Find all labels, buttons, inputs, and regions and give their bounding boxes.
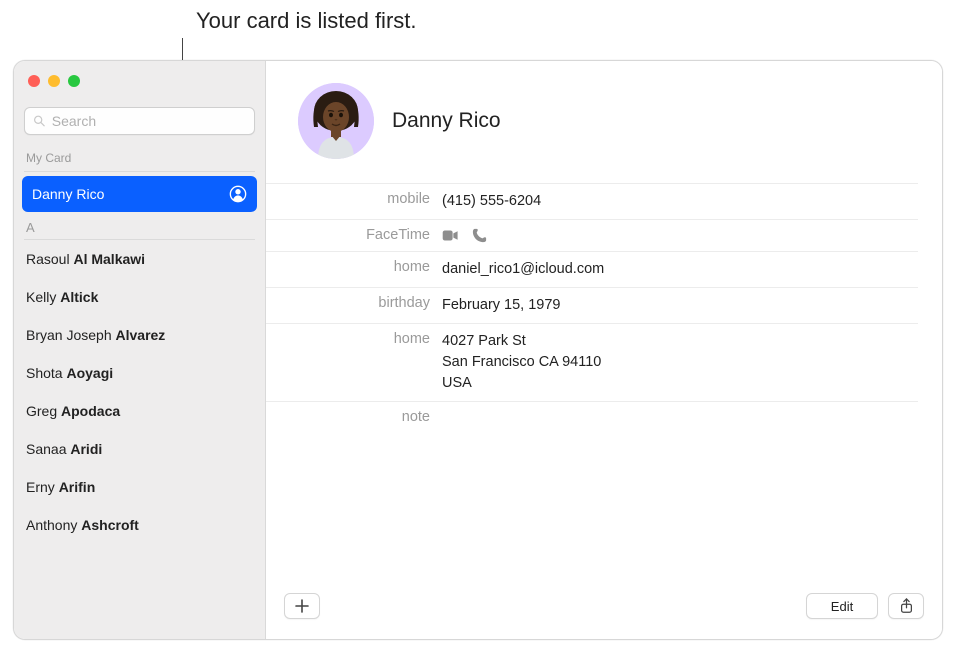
field-value[interactable]: 4027 Park St San Francisco CA 94110 USA: [442, 331, 601, 394]
divider: [24, 171, 255, 172]
address-line: USA: [442, 373, 601, 394]
contact-first-name: Greg: [26, 403, 61, 419]
contact-first-name: Bryan Joseph: [26, 327, 116, 343]
contact-first-name: Sanaa: [26, 441, 70, 457]
facetime-actions: [442, 227, 488, 244]
field-mobile: mobile (415) 555-6204: [266, 183, 918, 219]
sidebar-item-contact[interactable]: Rasoul Al Malkawi: [14, 240, 265, 278]
contact-first-name: Kelly: [26, 289, 60, 305]
contact-last-name: Ashcroft: [81, 517, 139, 533]
window-controls: [14, 61, 265, 101]
contacts-window: My Card Danny Rico A Rasoul Al MalkawiKe…: [13, 60, 943, 640]
address-line: San Francisco CA 94110: [442, 352, 601, 373]
facetime-video-icon[interactable]: [442, 227, 459, 244]
contact-list: Rasoul Al MalkawiKelly AltickBryan Josep…: [14, 240, 265, 544]
field-label: birthday: [266, 295, 442, 311]
field-value[interactable]: (415) 555-6204: [442, 191, 541, 212]
search-field[interactable]: [24, 107, 255, 135]
contact-first-name: Erny: [26, 479, 59, 495]
sidebar: My Card Danny Rico A Rasoul Al MalkawiKe…: [14, 61, 266, 639]
search-container: [14, 101, 265, 143]
field-birthday: birthday February 15, 1979: [266, 287, 918, 323]
maximize-window-button[interactable]: [68, 75, 80, 87]
field-label: home: [266, 259, 442, 275]
contact-first-name: Shota: [26, 365, 66, 381]
share-icon: [899, 598, 914, 614]
contact-last-name: Aoyagi: [66, 365, 113, 381]
contact-first-name: Rasoul: [26, 251, 73, 267]
sidebar-item-contact[interactable]: Shota Aoyagi: [14, 354, 265, 392]
share-button[interactable]: [888, 593, 924, 619]
edit-button[interactable]: Edit: [806, 593, 878, 619]
sidebar-item-label: Danny Rico: [32, 186, 104, 202]
add-contact-button[interactable]: [284, 593, 320, 619]
sidebar-item-contact[interactable]: Erny Arifin: [14, 468, 265, 506]
field-home-email: home daniel_rico1@icloud.com: [266, 251, 918, 287]
card-header: Danny Rico: [266, 61, 942, 183]
field-home-address: home 4027 Park St San Francisco CA 94110…: [266, 323, 918, 401]
card-details: mobile (415) 555-6204 FaceTime home d: [266, 183, 942, 432]
field-facetime: FaceTime: [266, 219, 918, 251]
minimize-window-button[interactable]: [48, 75, 60, 87]
field-label: note: [266, 409, 442, 425]
field-value[interactable]: daniel_rico1@icloud.com: [442, 259, 604, 280]
callout-caption: Your card is listed first.: [196, 8, 417, 34]
bottom-toolbar: Edit: [266, 587, 942, 639]
sidebar-item-contact[interactable]: Bryan Joseph Alvarez: [14, 316, 265, 354]
contact-detail-pane: Danny Rico mobile (415) 555-6204 FaceTim…: [266, 61, 942, 639]
field-value: February 15, 1979: [442, 295, 561, 316]
field-label: mobile: [266, 191, 442, 207]
sidebar-item-contact[interactable]: Sanaa Aridi: [14, 430, 265, 468]
field-label: home: [266, 331, 442, 347]
contact-last-name: Aridi: [70, 441, 102, 457]
contact-last-name: Apodaca: [61, 403, 120, 419]
me-card-icon: [229, 185, 247, 203]
section-letter-a: A: [14, 214, 265, 237]
close-window-button[interactable]: [28, 75, 40, 87]
contact-first-name: Anthony: [26, 517, 81, 533]
contact-last-name: Alvarez: [116, 327, 166, 343]
edit-button-label: Edit: [831, 599, 853, 614]
facetime-audio-icon[interactable]: [471, 227, 488, 244]
sidebar-item-contact[interactable]: Kelly Altick: [14, 278, 265, 316]
card-name: Danny Rico: [392, 109, 501, 133]
address-line: 4027 Park St: [442, 331, 601, 352]
plus-icon: [295, 599, 309, 613]
my-card-section-header: My Card: [14, 143, 265, 169]
sidebar-item-contact[interactable]: Anthony Ashcroft: [14, 506, 265, 544]
search-icon: [33, 114, 46, 128]
contact-last-name: Arifin: [59, 479, 96, 495]
sidebar-item-contact[interactable]: Greg Apodaca: [14, 392, 265, 430]
field-label: FaceTime: [266, 227, 442, 243]
avatar[interactable]: [298, 83, 374, 159]
field-note: note: [266, 401, 918, 432]
contact-last-name: Altick: [60, 289, 98, 305]
search-input[interactable]: [52, 113, 246, 129]
sidebar-item-my-card[interactable]: Danny Rico: [22, 176, 257, 212]
contact-last-name: Al Malkawi: [73, 251, 145, 267]
